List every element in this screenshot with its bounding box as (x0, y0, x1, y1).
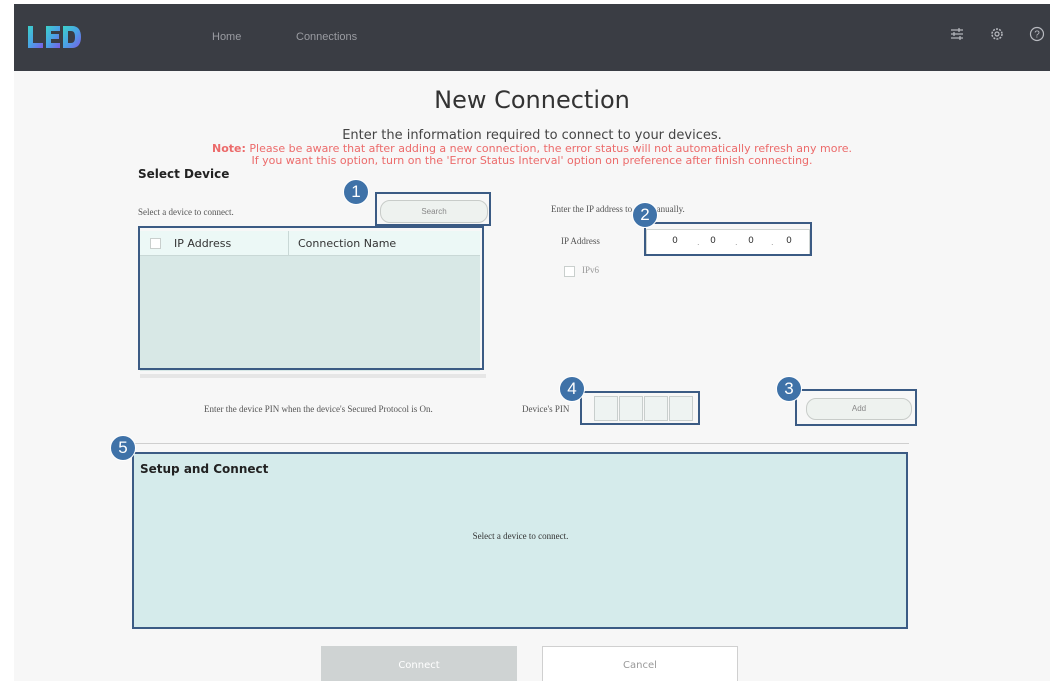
highlight-pin (580, 391, 700, 425)
nav-home[interactable]: Home (212, 31, 241, 43)
section-divider (132, 443, 909, 444)
gear-icon[interactable] (988, 26, 1006, 44)
table-scrollbar[interactable] (140, 374, 486, 378)
annotation-badge-4: 4 (559, 376, 585, 402)
page-subtitle: Enter the information required to connec… (342, 128, 722, 143)
led-logo (28, 26, 81, 48)
sliders-icon[interactable] (948, 26, 966, 44)
highlight-setup (132, 452, 908, 629)
select-device-instruction: Select a device to connect. (138, 207, 234, 217)
top-bar: Home Connections ? (14, 4, 1050, 71)
pin-instruction: Enter the device PIN when the device's S… (204, 404, 433, 414)
highlight-search (375, 192, 491, 226)
app-window: Home Connections ? New Connection Enter … (14, 4, 1050, 681)
manual-instruction: Enter the IP address to add manually. (551, 204, 685, 214)
cancel-button[interactable]: Cancel (542, 646, 738, 681)
ipv6-label: IPv6 (582, 265, 600, 275)
select-device-title: Select Device (138, 167, 230, 181)
nav-connections[interactable]: Connections (296, 31, 357, 43)
svg-text:?: ? (1034, 30, 1040, 41)
pin-label: Device's PIN (522, 404, 570, 414)
annotation-badge-2: 2 (632, 202, 658, 228)
ip-address-label: IP Address (561, 236, 600, 246)
note-line-2: If you want this option, turn on the 'Er… (251, 154, 813, 167)
help-icon[interactable]: ? (1028, 26, 1046, 44)
ipv6-checkbox[interactable] (564, 266, 575, 277)
annotation-badge-5: 5 (110, 435, 136, 461)
annotation-badge-1: 1 (343, 179, 369, 205)
highlight-add (795, 389, 917, 426)
highlight-device-table (138, 226, 484, 370)
page-title: New Connection (434, 86, 630, 114)
annotation-badge-3: 3 (776, 376, 802, 402)
connect-button[interactable]: Connect (321, 646, 517, 681)
highlight-ip-address (644, 222, 812, 256)
